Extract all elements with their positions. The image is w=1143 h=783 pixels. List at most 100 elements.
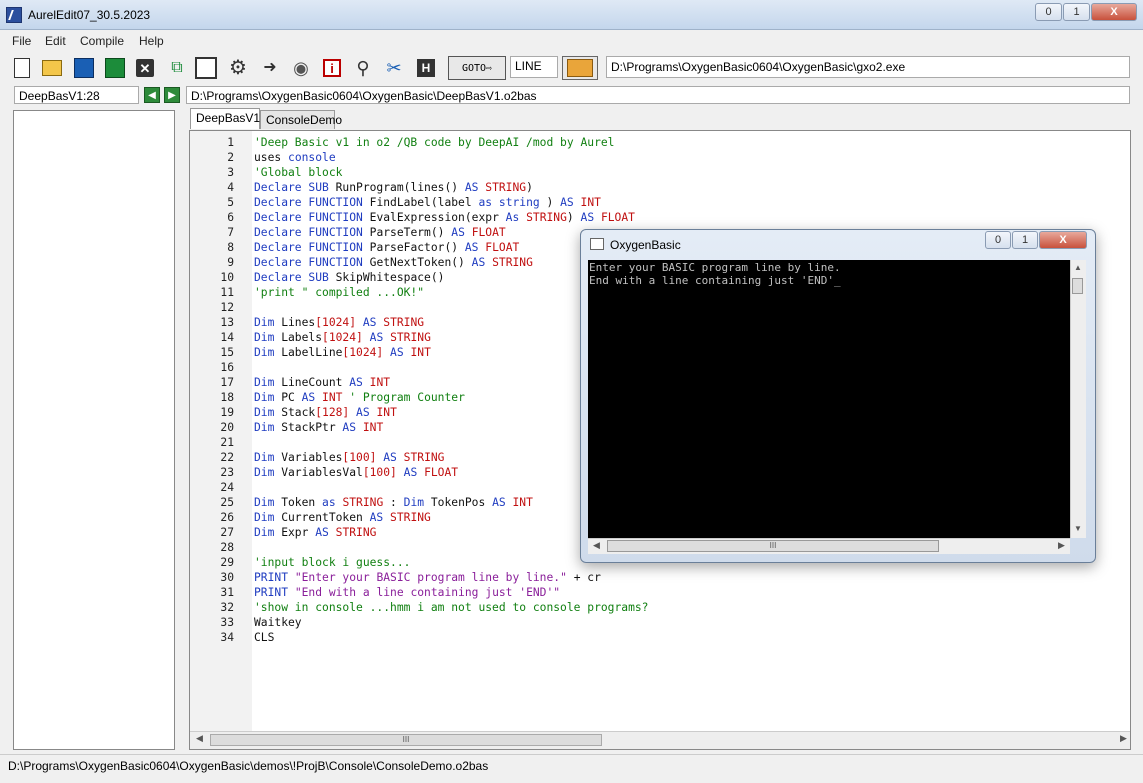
minimize-button[interactable]: 0 xyxy=(1035,3,1062,21)
line-number: 21 xyxy=(220,436,234,449)
console-hscroll-thumb[interactable]: III xyxy=(607,540,939,552)
code-line[interactable]: PRINT "Enter your BASIC program line by … xyxy=(254,571,601,584)
execute-icon[interactable]: ➜ xyxy=(258,56,282,80)
code-line[interactable]: CLS xyxy=(254,631,274,644)
console-line-1: Enter your BASIC program line by line. xyxy=(589,261,841,274)
line-number: 2 xyxy=(227,151,234,164)
line-number: 34 xyxy=(220,631,234,644)
console-maximize-button[interactable]: 1 xyxy=(1012,231,1038,249)
title-bar xyxy=(0,0,1143,30)
prev-arrow-icon[interactable]: ◀ xyxy=(144,87,160,103)
code-line[interactable]: 'Global block xyxy=(254,166,342,179)
code-line[interactable]: Declare FUNCTION ParseFactor() AS FLOAT xyxy=(254,241,519,254)
help-icon[interactable]: H xyxy=(414,56,438,80)
line-number: 4 xyxy=(227,181,234,194)
tools-icon[interactable]: ✂ xyxy=(382,56,406,80)
code-line[interactable]: Dim Lines[1024] AS STRING xyxy=(254,316,424,329)
code-line[interactable]: Declare SUB SkipWhitespace() xyxy=(254,271,444,284)
console-cursor: _ xyxy=(834,274,841,287)
console-line-2: End with a line containing just 'END' xyxy=(589,274,835,287)
globe-icon[interactable]: ◉ xyxy=(289,56,313,80)
console-close-button[interactable]: X xyxy=(1039,231,1087,249)
line-number: 12 xyxy=(220,301,234,314)
goto-button[interactable]: GOTO⇨ xyxy=(448,56,506,80)
compiler-path-field[interactable]: D:\Programs\OxygenBasic0604\OxygenBasic\… xyxy=(606,56,1130,78)
save-icon[interactable] xyxy=(72,56,96,80)
new-file-icon[interactable] xyxy=(10,56,34,80)
code-line[interactable]: PRINT "End with a line containing just '… xyxy=(254,586,560,599)
scroll-left-arrow-icon[interactable]: ◀ xyxy=(196,733,203,744)
code-line[interactable]: Dim Expr AS STRING xyxy=(254,526,376,539)
line-number: 29 xyxy=(220,556,234,569)
code-line[interactable]: 'Deep Basic v1 in o2 /QB code by DeepAI … xyxy=(254,136,614,149)
console-title: OxygenBasic xyxy=(610,238,681,252)
code-line[interactable]: Declare FUNCTION GetNextToken() AS STRIN… xyxy=(254,256,533,269)
console-scroll-up-icon[interactable]: ▲ xyxy=(1074,263,1082,272)
console-icon[interactable] xyxy=(194,56,218,80)
menu-edit[interactable]: Edit xyxy=(45,34,66,48)
file-path-field[interactable]: D:\Programs\OxygenBasic0604\OxygenBasic\… xyxy=(186,86,1130,104)
code-line[interactable]: Declare FUNCTION FindLabel(label as stri… xyxy=(254,196,601,209)
console-output: Enter your BASIC program line by line. E… xyxy=(589,261,841,287)
window-title: AurelEdit07_30.5.2023 xyxy=(28,8,151,22)
line-number: 31 xyxy=(220,586,234,599)
code-line[interactable]: Dim StackPtr AS INT xyxy=(254,421,383,434)
tab-consoledemo[interactable]: ConsoleDemo xyxy=(260,110,342,129)
code-line[interactable]: Waitkey xyxy=(254,616,302,629)
next-arrow-icon[interactable]: ▶ xyxy=(164,87,180,103)
maximize-button[interactable]: 1 xyxy=(1063,3,1090,21)
code-line[interactable]: 'print " compiled ...OK!" xyxy=(254,286,424,299)
code-line[interactable]: Declare FUNCTION ParseTerm() AS FLOAT xyxy=(254,226,506,239)
line-number: 25 xyxy=(220,496,234,509)
menu-help[interactable]: Help xyxy=(139,34,164,48)
code-line[interactable]: Dim VariablesVal[100] AS FLOAT xyxy=(254,466,458,479)
open-folder-icon[interactable] xyxy=(40,56,64,80)
editor-scroll-thumb[interactable]: III xyxy=(210,734,602,746)
line-number: 16 xyxy=(220,361,234,374)
line-input[interactable]: LINE xyxy=(510,56,558,78)
console-scroll-down-icon[interactable]: ▼ xyxy=(1074,524,1082,533)
code-line[interactable]: 'input block i guess... xyxy=(254,556,410,569)
code-line[interactable]: Dim Token as STRING : Dim TokenPos AS IN… xyxy=(254,496,533,509)
scroll-right-arrow-icon[interactable]: ▶ xyxy=(1120,733,1127,744)
line-number: 1 xyxy=(227,136,234,149)
line-number: 18 xyxy=(220,391,234,404)
code-line[interactable]: Dim Variables[100] AS STRING xyxy=(254,451,444,464)
line-number: 20 xyxy=(220,421,234,434)
code-line[interactable]: uses console xyxy=(254,151,336,164)
code-line[interactable]: 'show in console ...hmm i am not used to… xyxy=(254,601,648,614)
code-line[interactable]: Dim Stack[128] AS INT xyxy=(254,406,397,419)
line-number: 11 xyxy=(220,286,234,299)
console-vertical-scrollbar[interactable] xyxy=(1070,260,1086,538)
close-button[interactable]: X xyxy=(1091,3,1137,21)
compiler-select-button[interactable] xyxy=(562,56,598,80)
code-line[interactable]: Dim Labels[1024] AS STRING xyxy=(254,331,431,344)
line-number: 15 xyxy=(220,346,234,359)
console-scroll-right-icon[interactable]: ▶ xyxy=(1058,540,1065,551)
code-line[interactable]: Dim LineCount AS INT xyxy=(254,376,390,389)
settings-icon[interactable]: ⚙ xyxy=(226,56,250,80)
position-field[interactable]: DeepBasV1:28 xyxy=(14,86,139,104)
code-line[interactable]: Dim LabelLine[1024] AS INT xyxy=(254,346,431,359)
close-file-icon[interactable]: ✕ xyxy=(133,56,157,80)
project-panel[interactable] xyxy=(13,110,175,750)
line-number: 27 xyxy=(220,526,234,539)
save-as-icon[interactable] xyxy=(103,56,127,80)
code-line[interactable]: Declare FUNCTION EvalExpression(expr As … xyxy=(254,211,635,224)
menu-file[interactable]: File xyxy=(12,34,31,48)
compiler-icon xyxy=(567,59,593,77)
console-screen[interactable] xyxy=(588,260,1070,538)
code-line[interactable]: Declare SUB RunProgram(lines() AS STRING… xyxy=(254,181,533,194)
line-number: 33 xyxy=(220,616,234,629)
console-minimize-button[interactable]: 0 xyxy=(985,231,1011,249)
console-vscroll-thumb[interactable] xyxy=(1072,278,1083,294)
menu-compile[interactable]: Compile xyxy=(80,34,124,48)
code-line[interactable]: Dim PC AS INT ' Program Counter xyxy=(254,391,465,404)
console-scroll-left-icon[interactable]: ◀ xyxy=(593,540,600,551)
run-icon[interactable]: ⧉ xyxy=(165,56,189,80)
info-icon[interactable]: i xyxy=(320,56,344,80)
app-icon xyxy=(6,7,22,23)
code-line[interactable]: Dim CurrentToken AS STRING xyxy=(254,511,431,524)
search-icon[interactable]: ⚲ xyxy=(351,56,375,80)
tab-deepbasv1[interactable]: DeepBasV1 xyxy=(190,108,260,129)
